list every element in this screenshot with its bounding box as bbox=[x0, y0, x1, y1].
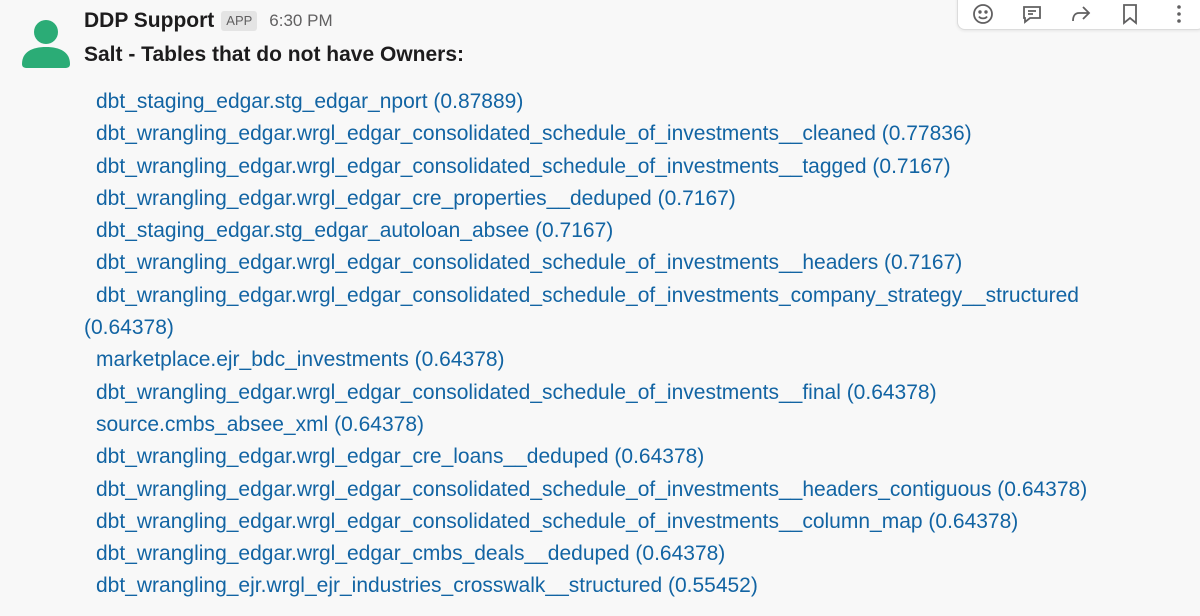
list-item[interactable]: dbt_wrangling_edgar.wrgl_edgar_cre_prope… bbox=[84, 183, 1174, 215]
app-badge: APP bbox=[221, 11, 258, 31]
list-item[interactable]: dbt_wrangling_ejr.wrgl_ejr_industries_cr… bbox=[84, 570, 1174, 602]
avatar-head bbox=[34, 20, 58, 44]
table-list: dbt_staging_edgar.stg_edgar_nport (0.878… bbox=[84, 86, 1174, 603]
list-item[interactable]: dbt_wrangling_edgar.wrgl_edgar_consolida… bbox=[84, 280, 1174, 345]
list-item[interactable]: marketplace.ejr_bdc_investments (0.64378… bbox=[84, 344, 1174, 376]
sender-name[interactable]: DDP Support bbox=[84, 9, 214, 33]
list-item-text: dbt_wrangling_edgar.wrgl_edgar_consolida… bbox=[84, 283, 1079, 340]
avatar-body bbox=[22, 47, 70, 68]
avatar[interactable] bbox=[20, 18, 72, 70]
list-item[interactable]: dbt_staging_edgar.stg_edgar_nport (0.878… bbox=[84, 86, 1174, 118]
reply-in-thread-icon[interactable] bbox=[1017, 0, 1047, 28]
emoji-reaction-icon[interactable] bbox=[968, 0, 998, 28]
message-actions-toolbar bbox=[957, 0, 1200, 30]
bookmark-icon[interactable] bbox=[1115, 0, 1145, 28]
list-item[interactable]: dbt_staging_edgar.stg_edgar_autoloan_abs… bbox=[84, 215, 1174, 247]
list-item[interactable]: dbt_wrangling_edgar.wrgl_edgar_consolida… bbox=[84, 377, 1174, 409]
list-item[interactable]: dbt_wrangling_edgar.wrgl_edgar_cmbs_deal… bbox=[84, 538, 1174, 570]
message-header: DDP Support APP 6:30 PM bbox=[84, 9, 333, 33]
share-icon[interactable] bbox=[1066, 0, 1096, 28]
list-item[interactable]: source.cmbs_absee_xml (0.64378) bbox=[84, 409, 1174, 441]
list-item[interactable]: dbt_wrangling_edgar.wrgl_edgar_consolida… bbox=[84, 118, 1174, 150]
timestamp[interactable]: 6:30 PM bbox=[269, 11, 332, 31]
list-item[interactable]: dbt_wrangling_edgar.wrgl_edgar_consolida… bbox=[84, 151, 1174, 183]
message-heading: Salt - Tables that do not have Owners: bbox=[84, 43, 464, 66]
slack-message: DDP Support APP 6:30 PM Salt - Tables th… bbox=[0, 0, 1200, 616]
list-item[interactable]: dbt_wrangling_edgar.wrgl_edgar_consolida… bbox=[84, 474, 1174, 506]
more-actions-icon[interactable] bbox=[1164, 0, 1194, 28]
list-item[interactable]: dbt_wrangling_edgar.wrgl_edgar_cre_loans… bbox=[84, 441, 1174, 473]
list-item[interactable]: dbt_wrangling_edgar.wrgl_edgar_consolida… bbox=[84, 506, 1174, 538]
list-item[interactable]: dbt_wrangling_edgar.wrgl_edgar_consolida… bbox=[84, 247, 1174, 279]
